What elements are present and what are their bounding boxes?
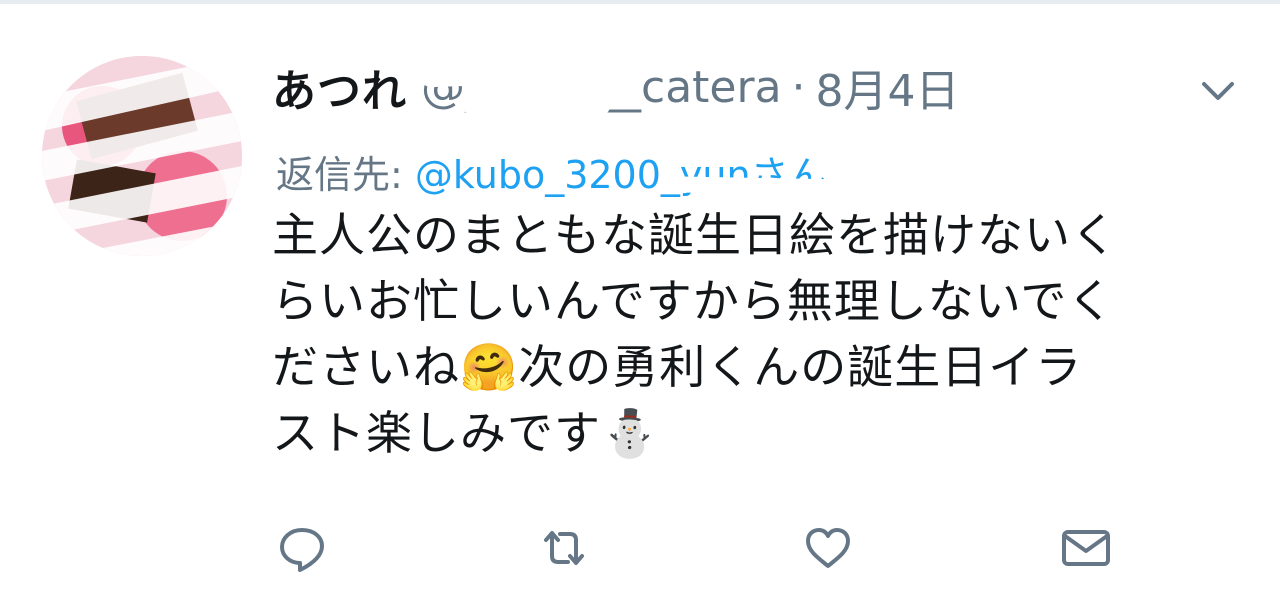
tweet-text-line: らいお忙しいんですから無理しないでく [272, 274, 1115, 328]
chevron-down-icon[interactable] [1198, 70, 1238, 110]
reply-button[interactable] [270, 516, 334, 580]
reply-icon [280, 528, 324, 572]
separator-dot: · [791, 61, 806, 113]
tweet-text-line: ださいね🤗次の勇利くんの誕生日イラ [272, 340, 1083, 394]
tweet-card[interactable]: あつれ @________catera · 8月4日 返信先: @kubo_32… [0, 4, 1280, 608]
direct-message-button[interactable] [1054, 516, 1118, 580]
avatar[interactable] [42, 56, 242, 256]
envelope-icon [1062, 530, 1110, 566]
heart-icon [806, 528, 850, 568]
retweet-button[interactable] [532, 516, 596, 580]
like-button[interactable] [796, 516, 860, 580]
redaction-mark [459, 94, 611, 116]
tweet-text-line: 主人公のまともな誕生日絵を描けないく [272, 208, 1118, 262]
tweet-date[interactable]: 8月4日 [816, 55, 960, 119]
tweet-text: 主人公のまともな誕生日絵を描けないく らいお忙しいんですから無理しないでく ださ… [272, 202, 1232, 466]
reply-prefix: 返信先: [276, 153, 403, 197]
retweet-icon [544, 531, 584, 565]
display-name[interactable]: あつれ [272, 55, 407, 119]
tweet-text-line: スト楽しみです⛄ [272, 406, 660, 460]
tweet-actions [270, 516, 1130, 580]
